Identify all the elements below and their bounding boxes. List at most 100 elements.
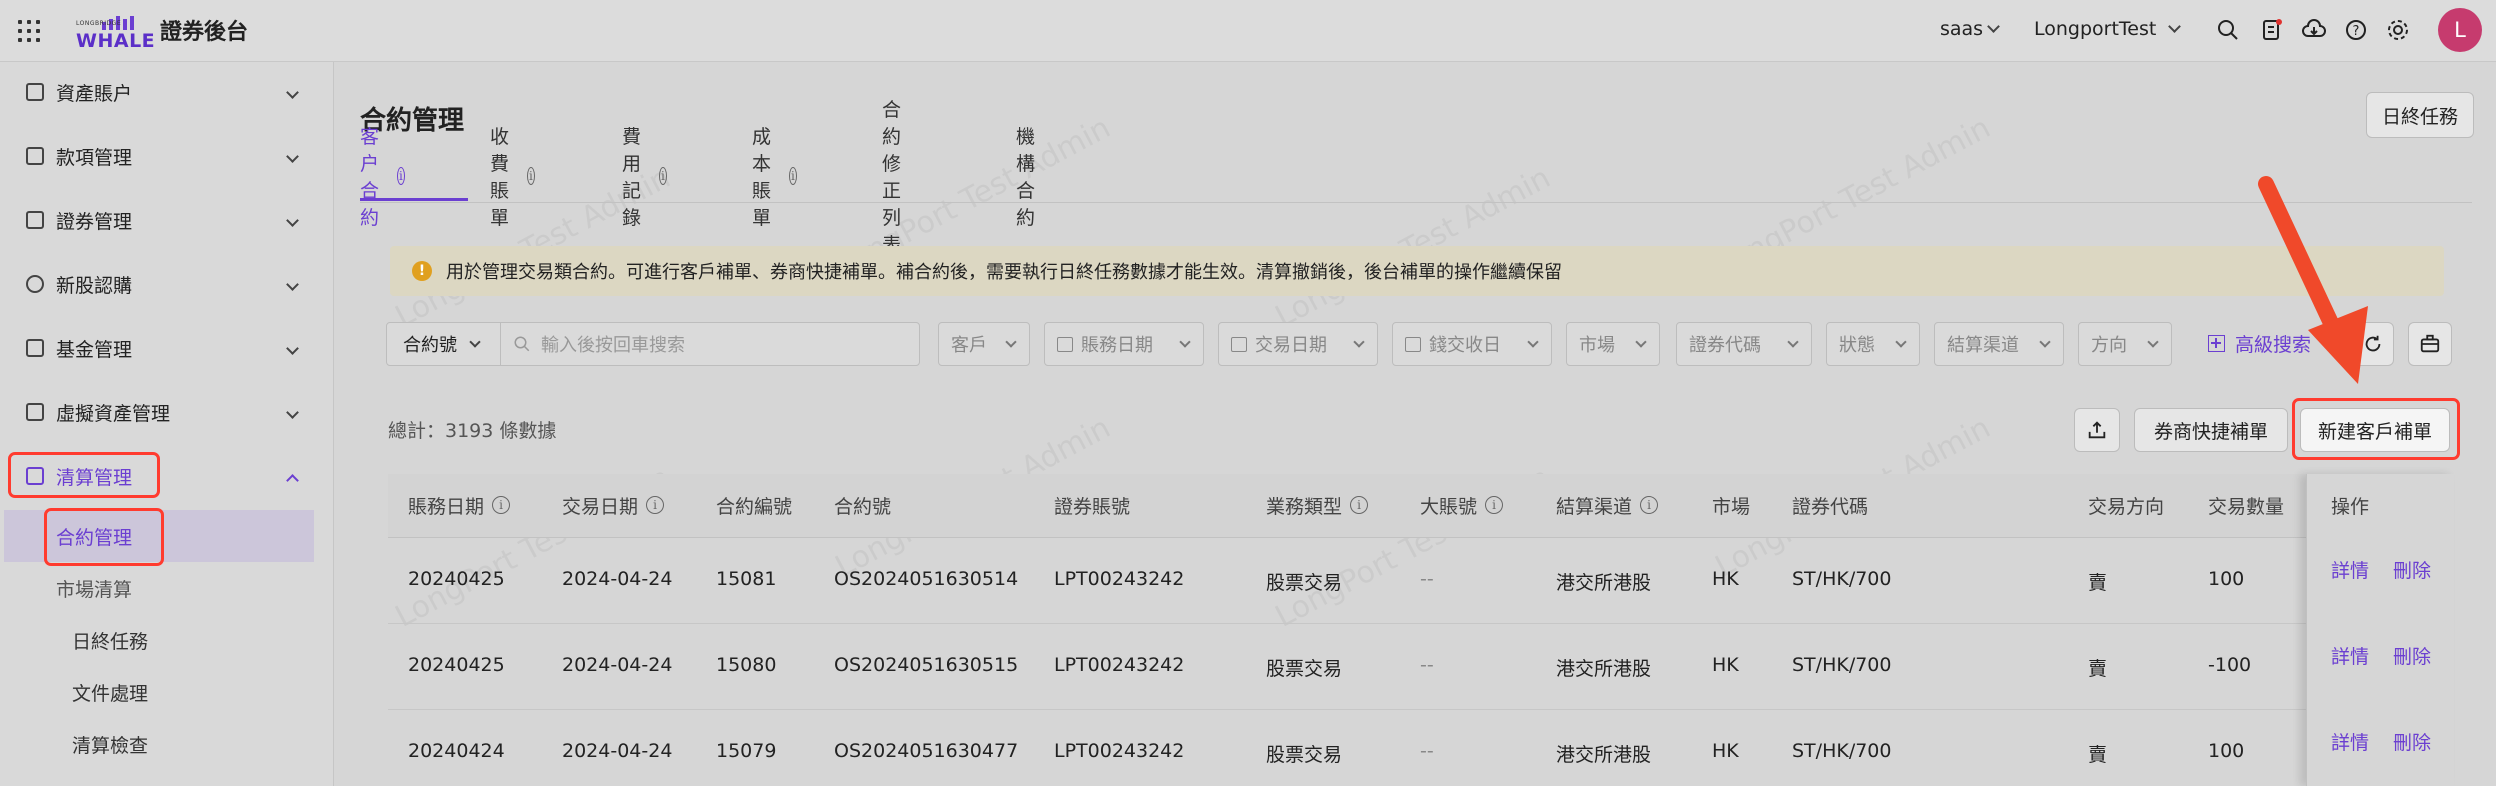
filter-client[interactable]: 客戶 [938, 322, 1030, 366]
sidebar-subitem-clearing-check[interactable]: 清算檢查 [0, 718, 334, 770]
filter-label: 市場 [1579, 335, 1615, 356]
highlight-contracts [44, 508, 164, 566]
sidebar-item-securities[interactable]: 證券管理 [0, 192, 334, 248]
sidebar-item-assets[interactable]: 資產賬户 [0, 64, 334, 120]
settings-icon[interactable] [2386, 18, 2410, 42]
search-input[interactable]: 輸入後按回車搜索 [501, 323, 919, 365]
sidebar-item-ipo[interactable]: 新股認購 [0, 256, 334, 312]
detail-link[interactable]: 詳情 [2331, 556, 2369, 583]
chevron-down-icon [1787, 335, 1799, 348]
column-settings-button[interactable] [2408, 322, 2452, 366]
table-row: 20240425 2024-04-24 15080 OS2024051630515 LP… [388, 624, 2454, 710]
info-icon: i [658, 167, 668, 185]
table-cell: 15079 [716, 740, 777, 762]
column-header: 結算渠道 i [1556, 474, 1659, 536]
filter-security-code[interactable]: 證券代碼 [1676, 322, 1812, 366]
filter-accounting-date[interactable]: 賬務日期 [1044, 322, 1204, 366]
info-icon: i [1350, 496, 1369, 514]
sidebar: 資產賬户 款項管理 證券管理 新股認購 基金管理 虛擬資產管理 清算管理 合約管… [0, 62, 334, 786]
env-select[interactable]: saas [1940, 18, 2000, 40]
table-cell: 20240425 [408, 654, 505, 676]
sidebar-subitem-market-clearing[interactable]: 市場清算 [0, 562, 334, 614]
filter-status[interactable]: 狀態 [1826, 322, 1920, 366]
table-cell: 2024-04-24 [562, 654, 673, 676]
apps-grid-icon[interactable] [18, 20, 40, 42]
chevron-down-icon [286, 278, 299, 291]
column-header-label: 大賬號 [1420, 495, 1478, 518]
broker-quick-fill-button[interactable]: 券商快捷補單 [2134, 408, 2288, 452]
delete-link[interactable]: 刪除 [2393, 728, 2431, 755]
tab-contract-corrections[interactable]: 合約修正列表 [882, 99, 901, 256]
column-header: 交易日期 i [562, 474, 665, 536]
help-icon[interactable]: ? [2344, 18, 2368, 42]
sidebar-item-label: 新股認購 [56, 274, 133, 297]
filter-label: 狀態 [1839, 335, 1875, 356]
org-select[interactable]: LongportTest [2034, 18, 2182, 40]
chevron-down-icon [1987, 20, 2000, 33]
info-icon: i [396, 167, 406, 185]
sidebar-item-fund-management[interactable]: 基金管理 [0, 320, 334, 376]
table-cell: HK [1712, 740, 1739, 762]
sidebar-subitem-label: 市場清算 [56, 578, 133, 601]
top-bar: LONGBRIDGE WHALE 證券後台 saas LongportTest … [0, 0, 2496, 62]
tab-label: 合約修正列表 [882, 99, 902, 256]
search-type-value: 合約號 [403, 335, 457, 356]
wallet-icon [26, 83, 44, 101]
trend-icon [26, 339, 44, 357]
sidebar-subitem-eod-tasks[interactable]: 日終任務 [0, 614, 334, 666]
tab-client-contracts[interactable]: 客户合約 i [360, 126, 406, 229]
chevron-down-icon [1895, 335, 1907, 348]
filter-trade-date[interactable]: 交易日期 [1218, 322, 1378, 366]
tab-fee-bills[interactable]: 收費賬單 i [490, 126, 536, 229]
chevron-down-icon [286, 406, 299, 419]
info-icon: i [492, 496, 511, 514]
column-header-label: 市場 [1712, 495, 1751, 518]
table-cell: HK [1712, 654, 1739, 676]
download-icon[interactable] [2302, 18, 2326, 42]
sidebar-item-virtual-assets[interactable]: 虛擬資產管理 [0, 384, 334, 440]
chevron-down-icon [1005, 335, 1017, 348]
avatar[interactable]: L [2438, 8, 2482, 52]
table-cell: -- [1420, 654, 1434, 676]
logo-sub: LONGBRIDGE [76, 20, 122, 27]
filter-settlement-date[interactable]: 錢交收日 [1392, 322, 1552, 366]
detail-link[interactable]: 詳情 [2331, 642, 2369, 669]
operations-column: 操作 詳情 刪除 詳情 刪除 詳情 刪除 [2306, 474, 2454, 786]
filter-label: 交易日期 [1255, 335, 1327, 356]
filter-market[interactable]: 市場 [1566, 322, 1660, 366]
column-header-label: 交易方向 [2088, 495, 2165, 518]
table-row: 20240424 2024-04-24 15079 OS2024051630477 LP… [388, 710, 2454, 786]
filter-settlement-channel[interactable]: 結算渠道 [1934, 322, 2064, 366]
column-header-label: 交易日期 [562, 495, 639, 518]
delete-link[interactable]: 刪除 [2393, 642, 2431, 669]
tab-institutional-contracts[interactable]: 機構合約 [1016, 126, 1035, 229]
logo-word: WHALE [76, 30, 156, 52]
tab-fee-records[interactable]: 費用記錄 i [622, 126, 668, 229]
table-row: 20240425 2024-04-24 15081 OS2024051630514 LP… [388, 538, 2454, 624]
virtual-asset-icon [26, 403, 44, 421]
highlight-clearing [8, 452, 160, 498]
briefcase-icon [2420, 334, 2440, 353]
sidebar-item-funds[interactable]: 款項管理 [0, 128, 334, 184]
table-cell: 賣 [2088, 658, 2108, 680]
search-type-select[interactable]: 合約號 [387, 323, 501, 365]
column-header: 市場 [1712, 474, 1750, 536]
column-header: 交易方向 [2088, 474, 2164, 536]
table-cell: LPT00243242 [1054, 740, 1185, 762]
filter-label: 結算渠道 [1947, 335, 2019, 356]
task-list-icon[interactable] [2260, 18, 2284, 42]
eod-task-button[interactable]: 日終任務 [2366, 92, 2474, 138]
filter-label: 證券代碼 [1689, 335, 1761, 356]
tab-cost-bills[interactable]: 成本賬單 i [752, 126, 798, 229]
tab-label: 費用記錄 [622, 126, 642, 229]
detail-link[interactable]: 詳情 [2331, 728, 2369, 755]
search-icon[interactable] [2216, 18, 2240, 42]
filter-direction[interactable]: 方向 [2078, 322, 2172, 366]
table-cell: 15080 [716, 654, 777, 676]
sidebar-subitem-file-processing[interactable]: 文件處理 [0, 666, 334, 718]
column-header-label: 證券代碼 [1792, 495, 1869, 518]
tab-active-indicator [360, 198, 468, 201]
export-button[interactable] [2074, 408, 2120, 452]
percent-icon [26, 275, 44, 293]
delete-link[interactable]: 刪除 [2393, 556, 2431, 583]
